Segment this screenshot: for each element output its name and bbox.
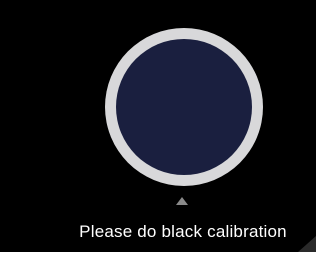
calibration-screen: Please do black calibration bbox=[0, 0, 333, 254]
triangle-up-icon bbox=[176, 197, 188, 205]
calibration-sensor-icon bbox=[105, 28, 263, 186]
sensor-aperture bbox=[116, 39, 252, 175]
calibration-prompt: Please do black calibration bbox=[79, 222, 287, 241]
corner-glare bbox=[298, 236, 316, 252]
right-border bbox=[316, 0, 333, 254]
